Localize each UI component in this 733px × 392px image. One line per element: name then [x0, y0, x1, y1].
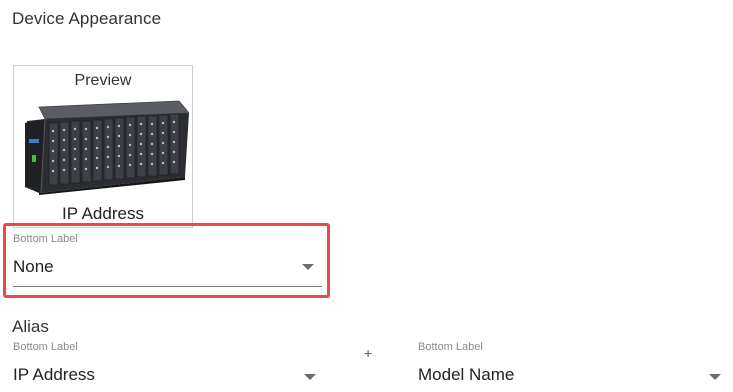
bottom-label-select[interactable]: Bottom Label None — [13, 233, 322, 289]
preview-title: Preview — [74, 72, 132, 89]
alias-title: Alias — [12, 317, 49, 336]
alias-left-field-value: IP Address — [13, 365, 95, 384]
alias-right-field-value: Model Name — [418, 365, 515, 384]
bottom-label-underline — [13, 286, 322, 287]
alias-plus-sign: + — [364, 345, 373, 361]
dropdown-arrow-icon[interactable] — [302, 264, 314, 270]
alias-right-select[interactable]: Bottom Label Model Name — [418, 341, 723, 392]
preview-card: Preview IP Address — [13, 65, 193, 228]
bottom-label-field-label: Bottom Label — [13, 233, 78, 245]
alias-right-field-label: Bottom Label — [418, 341, 483, 353]
device-image — [25, 100, 189, 195]
dropdown-arrow-icon[interactable] — [304, 374, 316, 380]
section-title: Device Appearance — [12, 9, 162, 28]
bottom-label-field-value: None — [13, 257, 54, 276]
alias-left-field-label: Bottom Label — [13, 341, 78, 353]
alias-left-select[interactable]: Bottom Label IP Address — [13, 341, 322, 392]
dropdown-arrow-icon[interactable] — [709, 374, 721, 380]
preview-caption: IP Address — [62, 204, 144, 223]
